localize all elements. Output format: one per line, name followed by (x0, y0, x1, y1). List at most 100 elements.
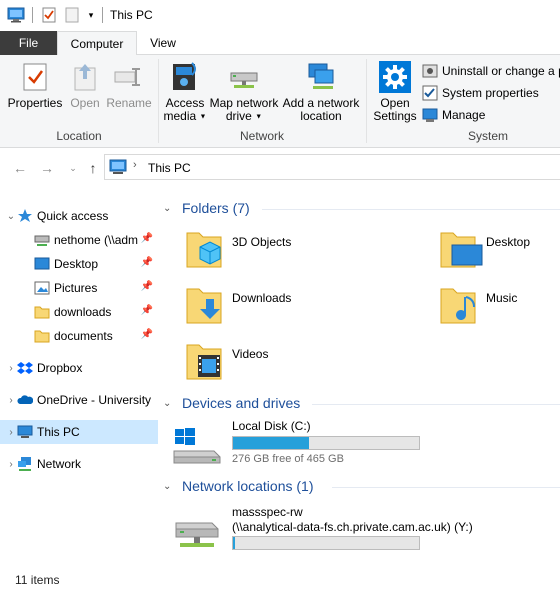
breadcrumb-this-pc[interactable]: This PC (148, 161, 191, 175)
network-drive-name-2: (\\analytical-data-fs.ch.private.cam.ac.… (232, 520, 473, 534)
drive-free-space: 276 GB free of 465 GB (232, 453, 344, 465)
address-row: ← → ⌄ ↑ › This PC (0, 148, 560, 187)
nav-pictures-label: Pictures (54, 281, 98, 295)
folder-music[interactable]: Music (438, 283, 560, 331)
tab-view[interactable]: View (139, 31, 187, 55)
network-group-label: Network (239, 129, 284, 143)
manage-label: Manage (442, 108, 486, 122)
network-header-label: Network locations (1) (182, 478, 314, 494)
3d-objects-icon (184, 227, 232, 275)
network-drive-name-1: massspec-rw (232, 505, 303, 519)
desktop-folder-icon (438, 227, 486, 275)
forward-arrow-icon[interactable]: → (38, 159, 56, 177)
collapse-chevron-icon[interactable]: ⌄ (5, 211, 17, 222)
nav-onedrive[interactable]: › OneDrive - University (0, 388, 158, 412)
add-network-location-icon (305, 61, 337, 93)
recent-locations-chevron-icon[interactable]: ⌄ (64, 159, 82, 177)
back-arrow-icon[interactable]: ← (11, 159, 29, 177)
window-title: This PC (110, 8, 153, 22)
expand-chevron-icon[interactable]: › (5, 459, 17, 470)
system-properties-icon (422, 85, 438, 101)
open-button[interactable]: Open (66, 61, 104, 110)
tab-file[interactable]: File (0, 31, 57, 55)
nav-pinned-nethome[interactable]: nethome (\\adm 📌 (0, 228, 158, 252)
nav-nethome-label: nethome (\\adm (54, 233, 139, 247)
folder-name: Desktop (486, 235, 531, 249)
devices-header-label: Devices and drives (182, 395, 301, 411)
nav-pinned-pictures[interactable]: Pictures 📌 (0, 276, 158, 300)
downloads-folder-icon (184, 283, 232, 331)
drive-usage-fill (233, 437, 309, 449)
open-icon (69, 61, 101, 93)
folder-desktop[interactable]: Desktop (438, 227, 560, 275)
explorer-window: ▾ This PC File Computer View Properties … (0, 0, 560, 593)
nav-onedrive-label: OneDrive - University (37, 393, 152, 407)
title-bar: ▾ This PC (0, 0, 560, 31)
nav-quick-access[interactable]: ⌄ Quick access (0, 204, 158, 228)
system-properties-button[interactable]: System properties (422, 83, 539, 103)
nav-quick-access-label: Quick access (37, 209, 109, 223)
pin-icon: 📌 (140, 305, 153, 316)
folder-downloads[interactable]: Downloads (184, 283, 384, 331)
collapse-chevron-icon[interactable]: ⌄ (163, 203, 171, 214)
map-network-drive-button[interactable]: Map network drive ▼ (208, 61, 280, 123)
properties-qa-icon[interactable] (40, 6, 58, 24)
nav-dropbox-label: Dropbox (37, 361, 83, 375)
desktop-icon (34, 256, 50, 272)
expand-chevron-icon[interactable]: › (5, 363, 17, 374)
collapse-chevron-icon[interactable]: ⌄ (163, 398, 171, 409)
folder-3d-objects[interactable]: 3D Objects (184, 227, 384, 275)
folders-section-header[interactable]: ⌄ Folders (7) (163, 200, 250, 216)
navigation-pane: ⌄ Quick access nethome (\\adm 📌 Desktop … (0, 200, 160, 480)
expand-chevron-icon[interactable]: › (5, 395, 17, 406)
open-settings-button[interactable]: Open Settings (372, 61, 418, 123)
nav-network[interactable]: › Network (0, 452, 158, 476)
dropbox-icon (17, 360, 33, 376)
devices-section-header[interactable]: ⌄ Devices and drives (163, 395, 301, 411)
pin-icon: 📌 (140, 257, 153, 268)
access-media-label-2: media (163, 109, 197, 123)
properties-button[interactable]: Properties (8, 61, 62, 110)
folder-videos[interactable]: Videos (184, 339, 384, 387)
drive-local-disk-c[interactable]: Local Disk (C:) 276 GB free of 465 GB (172, 419, 560, 473)
add-network-location-button[interactable]: Add a network location (282, 61, 360, 123)
new-folder-qa-icon[interactable] (64, 6, 80, 24)
content-pane: ⌄ Folders (7) 3D Objects Desktop Downloa… (162, 187, 560, 567)
up-arrow-icon[interactable]: ↑ (84, 159, 102, 177)
pin-icon: 📌 (140, 233, 153, 244)
access-media-button[interactable]: Access media ▼ (162, 61, 208, 123)
address-bar[interactable]: › This PC (104, 154, 560, 180)
ribbon: Properties Open Rename Location Access m… (0, 55, 560, 148)
local-disk-icon (172, 427, 224, 467)
nav-this-pc[interactable]: › This PC (0, 420, 158, 444)
music-folder-icon (438, 283, 486, 331)
tab-computer[interactable]: Computer (57, 31, 137, 56)
nav-pinned-documents[interactable]: documents 📌 (0, 324, 158, 348)
pin-icon: 📌 (140, 329, 153, 340)
network-drive-icon (172, 515, 224, 555)
system-group-label: System (467, 129, 508, 143)
network-drive-usage-bar (232, 536, 420, 550)
nav-dropbox[interactable]: › Dropbox (0, 356, 158, 380)
rename-label: Rename (106, 96, 152, 110)
rename-button[interactable]: Rename (106, 61, 152, 110)
ribbon-tabs: File Computer View (0, 31, 560, 56)
network-icon (17, 456, 33, 472)
nav-pinned-desktop[interactable]: Desktop 📌 (0, 252, 158, 276)
map-network-drive-icon (228, 61, 260, 93)
open-label: Open (70, 96, 100, 110)
customize-qa-dropdown-icon[interactable]: ▾ (84, 6, 98, 24)
uninstall-label: Uninstall or change a p (442, 64, 560, 78)
manage-button[interactable]: Manage (422, 105, 485, 125)
drive-network-massspec[interactable]: massspec-rw (\\analytical-data-fs.ch.pri… (172, 505, 560, 559)
collapse-chevron-icon[interactable]: ⌄ (163, 481, 171, 492)
pictures-icon (34, 280, 50, 296)
breadcrumb-chevron-icon[interactable]: › (133, 159, 137, 171)
this-pc-icon (6, 6, 26, 24)
uninstall-button[interactable]: Uninstall or change a p (422, 61, 560, 81)
network-drive-usage-fill (233, 537, 235, 549)
nav-pinned-downloads[interactable]: downloads 📌 (0, 300, 158, 324)
properties-icon (19, 61, 51, 93)
expand-chevron-icon[interactable]: › (5, 427, 17, 438)
network-locations-section-header[interactable]: ⌄ Network locations (1) (163, 478, 314, 494)
